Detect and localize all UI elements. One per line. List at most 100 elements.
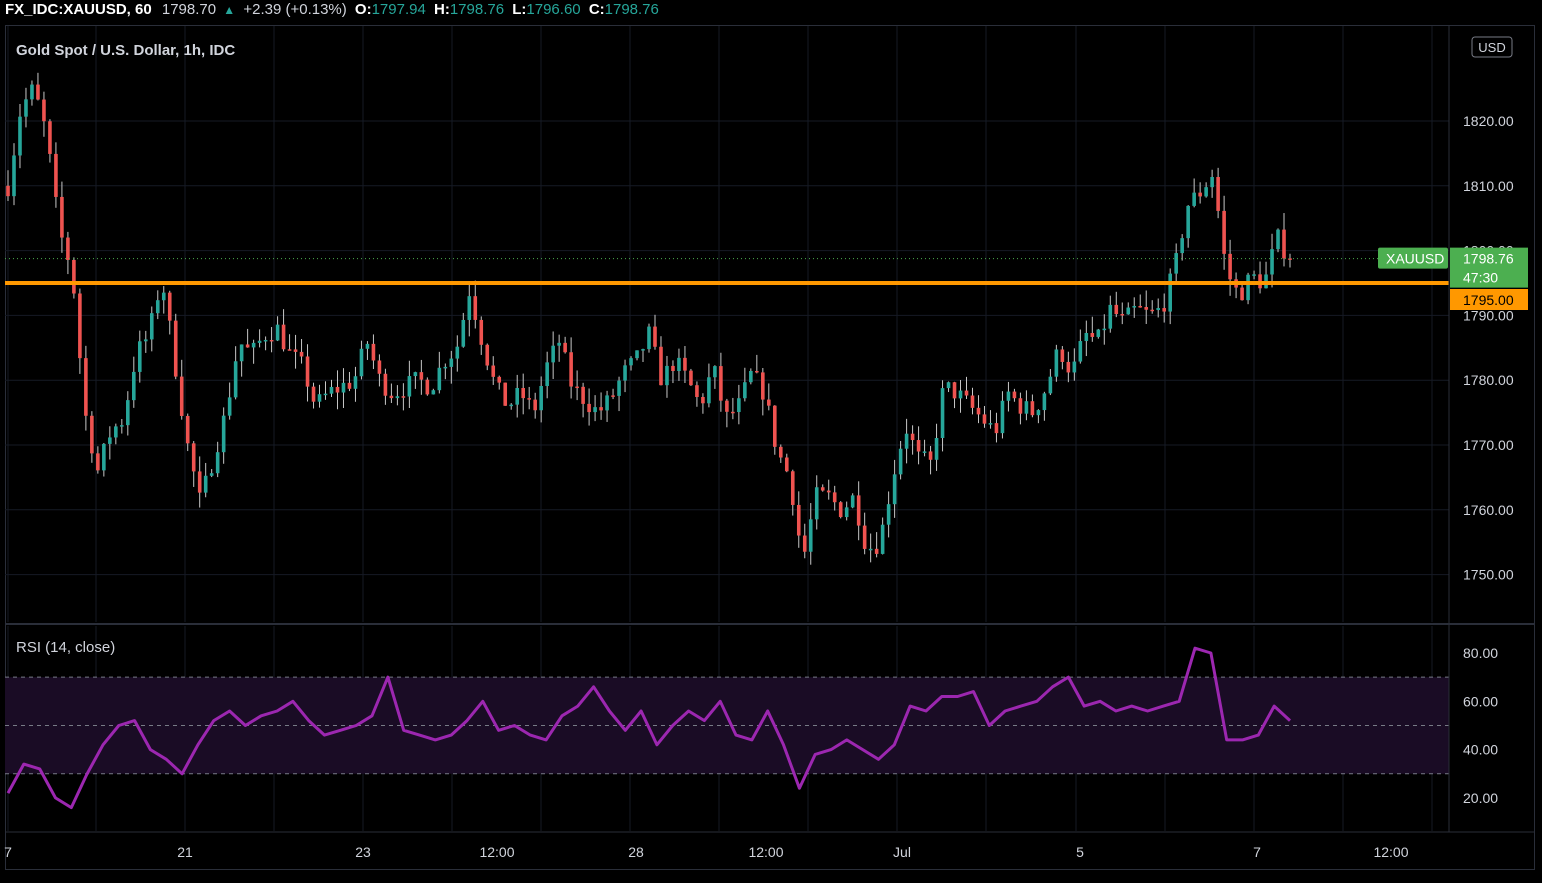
candle-body bbox=[731, 411, 735, 414]
candle-body bbox=[1144, 306, 1149, 310]
candle-body bbox=[1204, 187, 1208, 197]
candle-body bbox=[1114, 304, 1119, 315]
candle-body bbox=[1180, 238, 1184, 254]
candle-body bbox=[401, 396, 406, 398]
price-tick-label: 1780.00 bbox=[1463, 372, 1514, 388]
candle-body bbox=[1054, 349, 1059, 377]
time-tick-label: 21 bbox=[177, 844, 193, 860]
candle-body bbox=[389, 395, 394, 399]
candle-body bbox=[976, 407, 981, 415]
candle-body bbox=[149, 313, 154, 340]
candle-body bbox=[353, 376, 358, 389]
candle-body bbox=[533, 399, 537, 411]
price-chart[interactable]: 1820.001810.001800.001790.001780.001770.… bbox=[0, 0, 1542, 883]
candle-body bbox=[623, 365, 627, 381]
time-tick-label: 12:00 bbox=[479, 844, 514, 860]
candle-body bbox=[78, 293, 82, 359]
currency-label: USD bbox=[1478, 40, 1505, 55]
candle-body bbox=[185, 415, 190, 444]
candle-body bbox=[677, 357, 681, 372]
candle-body bbox=[491, 365, 496, 377]
candle-body bbox=[179, 376, 184, 416]
candle-body bbox=[934, 437, 939, 460]
candle-body bbox=[191, 443, 196, 472]
candle-body bbox=[1228, 253, 1232, 280]
candle-body bbox=[1282, 229, 1286, 259]
candle-body bbox=[323, 393, 328, 396]
time-tick-label: 5 bbox=[1076, 844, 1084, 860]
candle-body bbox=[832, 492, 837, 503]
candle-body bbox=[922, 451, 927, 453]
candle-body bbox=[54, 153, 58, 197]
candle-body bbox=[1030, 401, 1035, 416]
candle-body bbox=[916, 440, 921, 452]
candle-body bbox=[1156, 308, 1161, 311]
candle-body bbox=[257, 340, 262, 343]
candle-body bbox=[749, 370, 753, 383]
candle-body bbox=[102, 443, 106, 471]
candle-body bbox=[695, 385, 699, 397]
candle-body bbox=[1102, 328, 1107, 331]
rsi-title: RSI (14, close) bbox=[16, 639, 115, 656]
candle-body bbox=[479, 319, 484, 345]
candle-body bbox=[161, 292, 166, 301]
time-tick-label: Jul bbox=[893, 844, 911, 860]
candle-body bbox=[1252, 274, 1256, 276]
candle-body bbox=[970, 395, 975, 408]
candle-body bbox=[737, 398, 741, 413]
candle-body bbox=[167, 292, 172, 321]
candle-body bbox=[713, 366, 717, 378]
candle-body bbox=[114, 426, 118, 438]
candle-body bbox=[203, 475, 208, 493]
chart-title: Gold Spot / U.S. Dollar, 1h, IDC bbox=[16, 42, 235, 59]
candle-body bbox=[383, 373, 388, 396]
candle-body bbox=[773, 405, 777, 447]
candle-body bbox=[431, 390, 436, 395]
candle-body bbox=[221, 415, 226, 453]
candle-body bbox=[233, 361, 238, 398]
candle-body bbox=[347, 382, 352, 389]
candle-body bbox=[437, 367, 442, 391]
candle-body bbox=[299, 351, 304, 357]
rsi-axis[interactable]: 80.00 60.00 40.00 20.00 bbox=[1463, 645, 1498, 806]
candle-body bbox=[647, 326, 651, 350]
candle-body bbox=[599, 407, 603, 411]
last-price-label: 1798.76 bbox=[1463, 251, 1514, 267]
candle-body bbox=[641, 349, 645, 351]
candle-body bbox=[1186, 205, 1190, 239]
candle-body bbox=[1048, 376, 1053, 394]
time-axis[interactable]: 7 21 23 12:00 28 12:00 Jul 5 7 12:00 bbox=[4, 844, 1409, 860]
candle-body bbox=[545, 362, 549, 386]
candle-body bbox=[898, 448, 903, 475]
candle-body bbox=[587, 403, 591, 413]
price-axis[interactable]: 1820.001810.001800.001790.001780.001770.… bbox=[1463, 113, 1514, 583]
candle-body bbox=[575, 386, 579, 389]
candle-body bbox=[1198, 192, 1202, 197]
candle-body bbox=[395, 396, 400, 399]
candle-body bbox=[42, 99, 46, 122]
candle-body bbox=[635, 350, 639, 359]
candle-body bbox=[1060, 349, 1065, 362]
candle-body bbox=[443, 366, 448, 369]
candle-body bbox=[36, 84, 40, 100]
candle-body bbox=[1168, 273, 1172, 312]
candle-body bbox=[215, 452, 220, 474]
candle-body bbox=[755, 370, 759, 373]
candle-body bbox=[239, 344, 244, 362]
support-price-label: 1795.00 bbox=[1463, 292, 1514, 308]
candle-body bbox=[659, 346, 663, 386]
candle-body bbox=[581, 386, 585, 404]
candle-body bbox=[281, 324, 286, 350]
candle-body bbox=[826, 490, 831, 493]
time-tick-label: 23 bbox=[355, 844, 371, 860]
price-tick-label: 1760.00 bbox=[1463, 502, 1514, 518]
candle-body bbox=[743, 382, 747, 399]
candle-body bbox=[1240, 287, 1244, 301]
candle-body bbox=[856, 495, 861, 526]
candle-body bbox=[551, 345, 555, 363]
candle-body bbox=[509, 404, 514, 407]
currency-badge[interactable]: USD bbox=[1471, 36, 1513, 58]
candle-body bbox=[18, 116, 22, 156]
candle-body bbox=[1084, 332, 1089, 342]
candle-body bbox=[605, 395, 609, 411]
